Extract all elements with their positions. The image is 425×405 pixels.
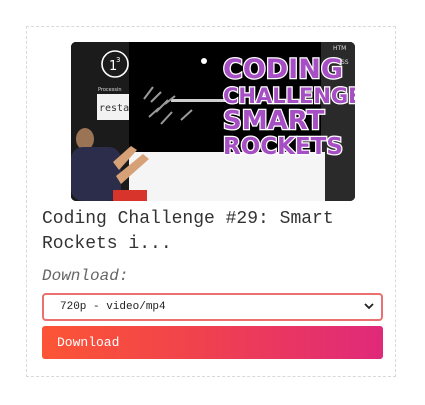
- thumbnail-image: 1 3 Processin restar HTM SS CODING CHALL…: [71, 42, 355, 201]
- svg-text:CHALLENGE:: CHALLENGE:: [223, 84, 355, 108]
- svg-text:ROCKETS: ROCKETS: [223, 134, 343, 160]
- video-thumbnail[interactable]: 1 3 Processin restar HTM SS CODING CHALL…: [71, 42, 355, 201]
- format-select[interactable]: 720p - video/mp4: [42, 293, 383, 321]
- svg-text:HTM: HTM: [333, 45, 346, 52]
- thumbnail-overlay-text: CODING CHALLENGE: SMART ROCKETS: [222, 53, 355, 162]
- chevron-down-icon: [364, 303, 374, 310]
- svg-text:3: 3: [116, 56, 120, 64]
- svg-text:Processin: Processin: [98, 87, 122, 93]
- video-title: Coding Challenge #29: Smart Rockets i...: [42, 209, 334, 254]
- svg-text:SMART: SMART: [223, 106, 325, 136]
- format-select-value: 720p - video/mp4: [60, 301, 166, 313]
- download-button[interactable]: Download: [42, 326, 383, 359]
- video-download-card: 1 3 Processin restar HTM SS CODING CHALL…: [26, 26, 396, 377]
- svg-text:CODING: CODING: [223, 54, 343, 85]
- download-label: Download:: [42, 267, 129, 285]
